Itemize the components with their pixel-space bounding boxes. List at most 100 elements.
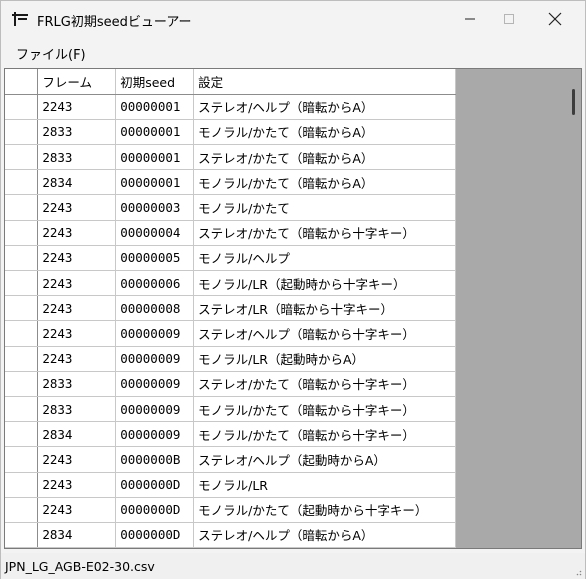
cell-frame[interactable]: 2243: [37, 245, 117, 272]
cell-seed[interactable]: 00000009: [115, 320, 195, 347]
data-grid[interactable]: フレーム 初期seed 設定 2243 00000001 ステレオ/ヘルプ（暗転から…: [4, 68, 582, 549]
cell-setting[interactable]: ステレオ/かたて（暗転から十字キー）: [193, 371, 456, 397]
table-row[interactable]: 2833 00000009 モノラル/かたて（暗転から十字キー）: [5, 396, 456, 423]
table-row[interactable]: 2243 00000006 モノラル/LR（起動時から十字キー）: [5, 270, 456, 297]
table-row[interactable]: 2833 00000009 ステレオ/かたて（暗転から十字キー）: [5, 371, 456, 397]
row-header[interactable]: [5, 270, 39, 297]
cell-seed[interactable]: 00000001: [115, 94, 195, 120]
row-header[interactable]: [5, 94, 39, 120]
row-header[interactable]: [5, 396, 39, 423]
cell-seed[interactable]: 00000001: [115, 144, 195, 171]
cell-setting[interactable]: ステレオ/LR（暗転から十字キー）: [193, 295, 456, 322]
cell-frame[interactable]: 2833: [37, 119, 117, 146]
table-row[interactable]: 2243 00000009 ステレオ/ヘルプ（暗転から十字キー）: [5, 320, 456, 347]
row-header[interactable]: [5, 169, 39, 196]
table-row[interactable]: 2834 00000001 モノラル/かたて（暗転からA）: [5, 169, 456, 196]
row-header[interactable]: [5, 119, 39, 146]
table-row[interactable]: 2833 00000001 モノラル/かたて（暗転からA）: [5, 119, 456, 146]
row-header[interactable]: [5, 220, 39, 246]
row-header[interactable]: [5, 346, 39, 372]
cell-seed[interactable]: 00000001: [115, 169, 195, 196]
cell-frame[interactable]: 2243: [37, 194, 117, 221]
cell-frame[interactable]: 2243: [37, 446, 117, 473]
cell-seed[interactable]: 0000000D: [115, 522, 195, 548]
cell-frame[interactable]: 2834: [37, 421, 117, 448]
row-header[interactable]: [5, 472, 39, 498]
cell-setting[interactable]: ステレオ/かたて（暗転から十字キー）: [193, 220, 456, 246]
cell-frame[interactable]: 2243: [37, 472, 117, 498]
cell-setting[interactable]: モノラル/LR（起動時からA）: [193, 346, 456, 372]
row-header[interactable]: [5, 295, 39, 322]
table-row[interactable]: 2243 0000000B ステレオ/ヘルプ（起動時からA）: [5, 446, 456, 473]
cell-seed[interactable]: 00000009: [115, 346, 195, 372]
close-button[interactable]: [532, 1, 578, 37]
cell-frame[interactable]: 2833: [37, 396, 117, 423]
corner-header[interactable]: [5, 69, 39, 95]
table-row[interactable]: 2243 00000009 モノラル/LR（起動時からA）: [5, 346, 456, 372]
cell-setting[interactable]: ステレオ/ヘルプ（暗転からA）: [193, 522, 456, 548]
resize-grip-icon[interactable]: [572, 566, 582, 576]
cell-seed[interactable]: 00000009: [115, 421, 195, 448]
table-row[interactable]: 2243 0000000D モノラル/かたて（起動時から十字キー）: [5, 497, 456, 523]
cell-setting[interactable]: モノラル/LR: [193, 472, 456, 498]
cell-frame[interactable]: 2243: [37, 270, 117, 297]
cell-setting[interactable]: モノラル/かたて（暗転からA）: [193, 169, 456, 196]
cell-frame[interactable]: 2243: [37, 497, 117, 523]
row-header[interactable]: [5, 194, 39, 221]
table-row[interactable]: 2834 0000000D ステレオ/ヘルプ（暗転からA）: [5, 522, 456, 548]
cell-seed[interactable]: 00000006: [115, 270, 195, 297]
table-row[interactable]: 2243 00000001 ステレオ/ヘルプ（暗転からA）: [5, 94, 456, 120]
row-header[interactable]: [5, 522, 39, 548]
cell-setting[interactable]: モノラル/かたて（暗転から十字キー）: [193, 396, 456, 423]
title-bar[interactable]: FRLG初期seedビューアー: [1, 1, 585, 37]
cell-setting[interactable]: ステレオ/ヘルプ（暗転から十字キー）: [193, 320, 456, 347]
row-header[interactable]: [5, 320, 39, 347]
menu-file[interactable]: ファイル(F): [16, 44, 86, 63]
cell-seed[interactable]: 00000001: [115, 119, 195, 146]
cell-seed[interactable]: 0000000D: [115, 497, 195, 523]
table-row[interactable]: 2243 00000004 ステレオ/かたて（暗転から十字キー）: [5, 220, 456, 246]
scrollbar-thumb[interactable]: [572, 89, 575, 115]
cell-frame[interactable]: 2833: [37, 144, 117, 171]
cell-setting[interactable]: モノラル/かたて（暗転から十字キー）: [193, 421, 456, 448]
row-header[interactable]: [5, 446, 39, 473]
cell-setting[interactable]: ステレオ/ヘルプ（暗転からA）: [193, 94, 456, 120]
column-header-setting[interactable]: 設定: [193, 69, 456, 95]
column-header-seed[interactable]: 初期seed: [115, 69, 195, 95]
table-row[interactable]: 2243 00000005 モノラル/ヘルプ: [5, 245, 456, 272]
cell-setting[interactable]: モノラル/かたて: [193, 194, 456, 221]
cell-setting[interactable]: ステレオ/ヘルプ（起動時からA）: [193, 446, 456, 473]
cell-seed[interactable]: 00000003: [115, 194, 195, 221]
cell-seed[interactable]: 00000009: [115, 371, 195, 397]
cell-frame[interactable]: 2243: [37, 320, 117, 347]
cell-setting[interactable]: モノラル/かたて（暗転からA）: [193, 119, 456, 146]
row-header[interactable]: [5, 371, 39, 397]
maximize-button[interactable]: [486, 1, 532, 37]
row-header[interactable]: [5, 497, 39, 523]
column-header-frame[interactable]: フレーム: [37, 69, 117, 95]
cell-seed[interactable]: 00000008: [115, 295, 195, 322]
cell-frame[interactable]: 2243: [37, 346, 117, 372]
cell-frame[interactable]: 2243: [37, 295, 117, 322]
cell-setting[interactable]: モノラル/ヘルプ: [193, 245, 456, 272]
cell-setting[interactable]: モノラル/かたて（起動時から十字キー）: [193, 497, 456, 523]
cell-setting[interactable]: ステレオ/かたて（暗転からA）: [193, 144, 456, 171]
cell-seed[interactable]: 0000000B: [115, 446, 195, 473]
cell-seed[interactable]: 00000009: [115, 396, 195, 423]
vertical-scrollbar[interactable]: [567, 69, 581, 548]
cell-frame[interactable]: 2833: [37, 371, 117, 397]
cell-setting[interactable]: モノラル/LR（起動時から十字キー）: [193, 270, 456, 297]
table-row[interactable]: 2243 00000003 モノラル/かたて: [5, 194, 456, 221]
cell-frame[interactable]: 2243: [37, 220, 117, 246]
row-header[interactable]: [5, 245, 39, 272]
row-header[interactable]: [5, 144, 39, 171]
table-row[interactable]: 2834 00000009 モノラル/かたて（暗転から十字キー）: [5, 421, 456, 448]
cell-seed[interactable]: 00000005: [115, 245, 195, 272]
row-header[interactable]: [5, 421, 39, 448]
table-row[interactable]: 2243 0000000D モノラル/LR: [5, 472, 456, 498]
cell-seed[interactable]: 0000000D: [115, 472, 195, 498]
cell-frame[interactable]: 2243: [37, 94, 117, 120]
table-row[interactable]: 2243 00000008 ステレオ/LR（暗転から十字キー）: [5, 295, 456, 322]
cell-seed[interactable]: 00000004: [115, 220, 195, 246]
cell-frame[interactable]: 2834: [37, 169, 117, 196]
